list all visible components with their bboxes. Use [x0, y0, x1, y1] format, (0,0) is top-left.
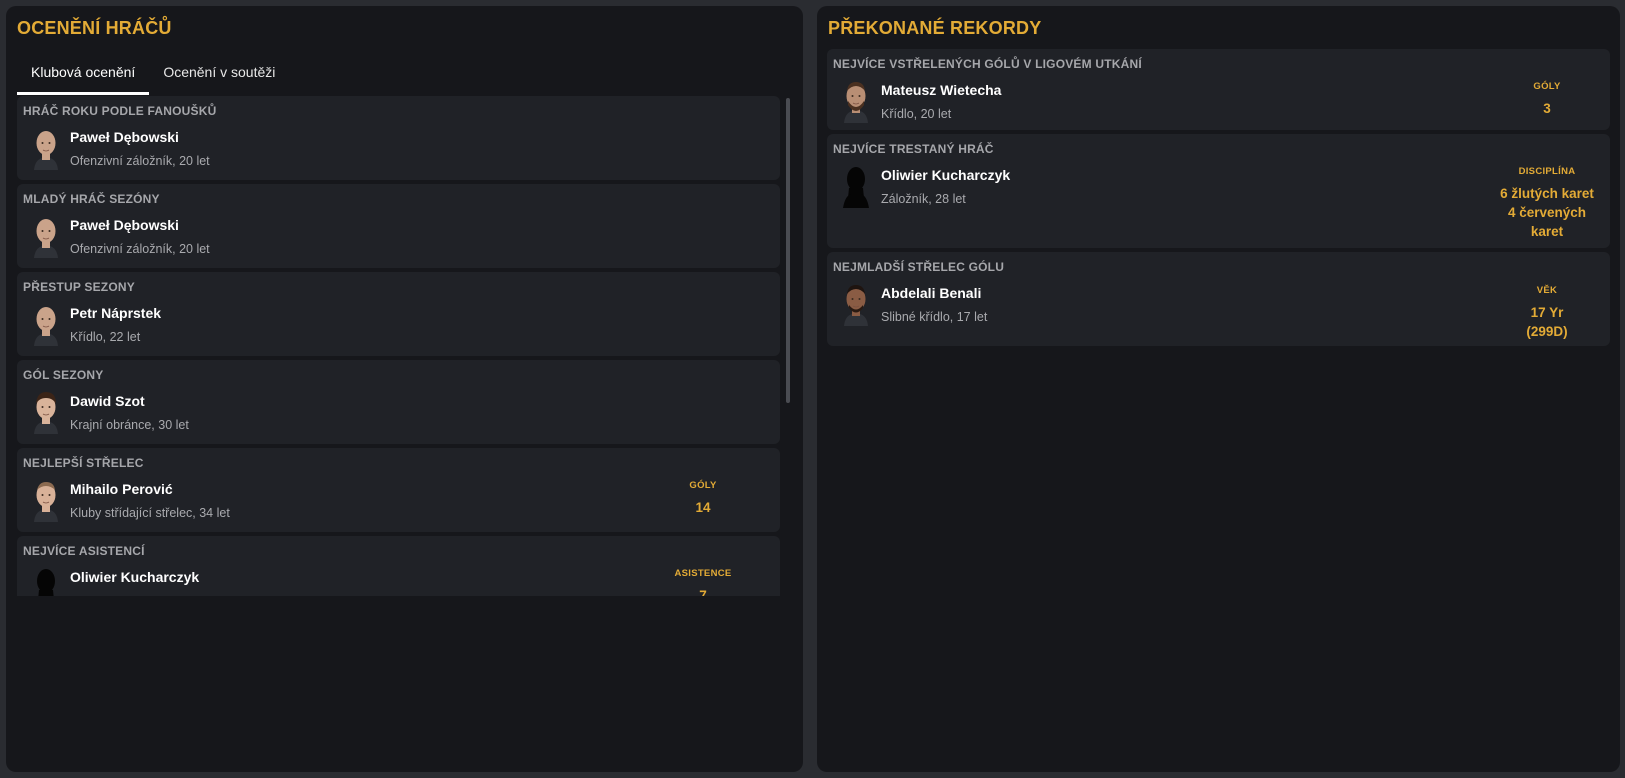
player-awards-panel: OCENĚNÍ HRÁČŮ Klubová ocenění Ocenění v … — [6, 6, 803, 772]
player-position-age: Křídlo, 20 let — [881, 107, 952, 121]
award-card[interactable]: MLADÝ HRÁČ SEZÓNY Paweł Dębowski Ofenzivní… — [17, 184, 780, 268]
silhouette-icon — [839, 164, 873, 208]
stat-value-line: 17 Yr — [1530, 305, 1564, 320]
award-title: MLADÝ HRÁČ SEZÓNY — [23, 192, 160, 206]
stat-value-line: karet — [1530, 224, 1564, 239]
player-position-age: Krajní obránce, 30 let — [70, 418, 189, 432]
player-name[interactable]: Paweł Dębowski — [70, 129, 179, 145]
player-name[interactable]: Dawid Szot — [70, 393, 145, 409]
face-beard-icon — [839, 79, 873, 123]
player-position-age: Ofenzivní záložník, 20 let — [70, 242, 210, 256]
tab-competition-awards[interactable]: Ocenění v soutěži — [149, 53, 289, 95]
award-title: NEJLEPŠÍ STŘELEC — [23, 456, 144, 470]
awards-list: HRÁČ ROKU PODLE FANOUŠKŮ Paweł Dębowski Of… — [17, 96, 787, 596]
award-card[interactable]: HRÁČ ROKU PODLE FANOUŠKŮ Paweł Dębowski Of… — [17, 96, 780, 180]
player-position-age: Slibné křídlo, 17 let — [881, 310, 988, 324]
player-position-age: Záložník, 28 let — [881, 192, 966, 206]
player-awards-title: OCENĚNÍ HRÁČŮ — [17, 18, 172, 38]
face-dark-skin-icon — [839, 282, 873, 326]
player-position-age: Křídlo, 22 let — [70, 330, 141, 344]
player-name[interactable]: Abdelali Benali — [881, 285, 981, 301]
award-card[interactable]: PŘESTUP SEZONY Petr Náprstek Křídlo, 22 le… — [17, 272, 780, 356]
player-name[interactable]: Paweł Dębowski — [70, 217, 179, 233]
stat-value-line: 6 žlutých karet — [1500, 186, 1594, 201]
stat-value: 14 — [695, 500, 711, 515]
stat-value-line: 3 — [1543, 101, 1551, 116]
award-title: HRÁČ ROKU PODLE FANOUŠKŮ — [23, 104, 217, 118]
stat-value-line: (299D) — [1526, 324, 1568, 339]
stat-label: ASISTENCE — [674, 568, 732, 579]
face-bald-icon — [29, 302, 63, 346]
record-card[interactable]: NEJVÍCE TRESTANÝ HRÁČ Oliwier Kucharczyk Z… — [827, 134, 1610, 248]
record-card[interactable]: NEJVÍCE VSTŘELENÝCH GÓLŮ V LIGOVÉM UTKÁN… — [827, 49, 1610, 130]
award-title: GÓL SEZONY — [23, 368, 104, 382]
player-name[interactable]: Oliwier Kucharczyk — [70, 569, 199, 585]
broken-records-panel: PŘEKONANÉ REKORDY NEJVÍCE VSTŘELENÝCH GÓ… — [817, 6, 1620, 772]
record-title: NEJVÍCE VSTŘELENÝCH GÓLŮ V LIGOVÉM UTKÁN… — [833, 57, 1142, 71]
face-short-hair-icon — [29, 478, 63, 522]
stat-value-line: 4 červených — [1507, 205, 1587, 220]
broken-records-title: PŘEKONANÉ REKORDY — [828, 18, 1042, 38]
stat-value: 7 — [699, 588, 707, 596]
award-stat: ASISTENCE 7 — [658, 568, 748, 596]
stat-value: 6 žlutých karet 4 červených karet — [1482, 184, 1612, 241]
stat-label: VĚK — [1536, 285, 1558, 296]
record-stat: GÓLY 3 — [1482, 81, 1612, 118]
record-stat: VĚK 17 Yr (299D) — [1482, 285, 1612, 341]
silhouette-icon — [29, 566, 63, 596]
awards-tabs: Klubová ocenění Ocenění v soutěži — [17, 53, 289, 95]
face-dark-hair-icon — [29, 390, 63, 434]
award-card[interactable]: GÓL SEZONY Dawid Szot Krajní obránce, 30 l… — [17, 360, 780, 444]
player-name[interactable]: Mateusz Wietecha — [881, 82, 1001, 98]
record-stat: DISCIPLÍNA 6 žlutých karet 4 červených kare… — [1482, 166, 1612, 241]
record-card[interactable]: NEJMLADŠÍ STŘELEC GÓLU Abdelali Benali Sli… — [827, 252, 1610, 346]
stat-label: DISCIPLÍNA — [1518, 166, 1576, 177]
award-stat: GÓLY 14 — [658, 480, 748, 517]
awards-scrollbar[interactable] — [786, 98, 790, 403]
award-title: PŘESTUP SEZONY — [23, 280, 135, 294]
tab-club-awards[interactable]: Klubová ocenění — [17, 53, 150, 95]
award-title: NEJVÍCE ASISTENCÍ — [23, 544, 145, 558]
stat-value: 3 — [1482, 99, 1612, 118]
player-name[interactable]: Mihailo Perović — [70, 481, 173, 497]
player-position-age: Ofenzivní záložník, 20 let — [70, 154, 210, 168]
record-title: NEJVÍCE TRESTANÝ HRÁČ — [833, 142, 994, 156]
player-position-age: Kluby střídající střelec, 34 let — [70, 506, 230, 520]
stat-value: 17 Yr (299D) — [1482, 303, 1612, 341]
face-bald-icon — [29, 126, 63, 170]
records-list: NEJVÍCE VSTŘELENÝCH GÓLŮ V LIGOVÉM UTKÁN… — [827, 49, 1610, 350]
face-bald-icon — [29, 214, 63, 258]
stat-label: GÓLY — [1533, 81, 1561, 92]
player-name[interactable]: Oliwier Kucharczyk — [881, 167, 1010, 183]
record-title: NEJMLADŠÍ STŘELEC GÓLU — [833, 260, 1005, 274]
stat-label: GÓLY — [689, 480, 717, 491]
award-card[interactable]: NEJLEPŠÍ STŘELEC Mihailo Perović Kluby stř… — [17, 448, 780, 532]
award-card[interactable]: NEJVÍCE ASISTENCÍ Oliwier Kucharczyk ASIST… — [17, 536, 780, 596]
player-name[interactable]: Petr Náprstek — [70, 305, 161, 321]
